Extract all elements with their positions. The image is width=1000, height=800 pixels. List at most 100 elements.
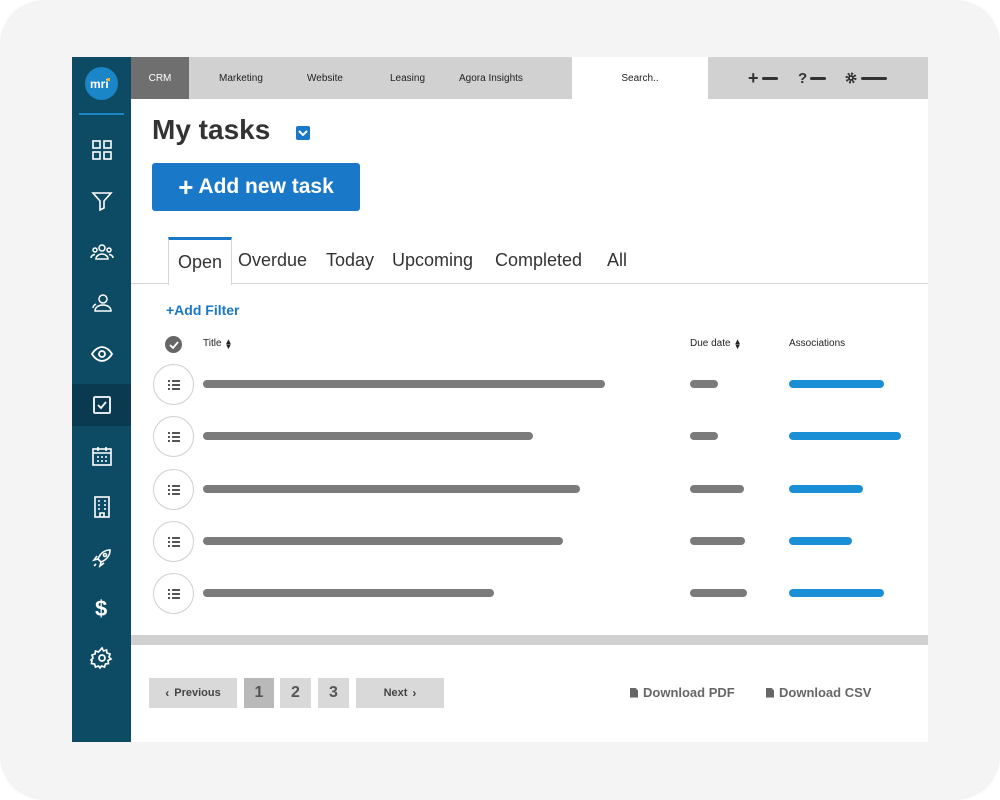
- sidebar-item-dashboard[interactable]: [72, 129, 131, 171]
- page-1-button[interactable]: 1: [244, 678, 274, 708]
- svg-text:mri: mri: [90, 77, 109, 91]
- download-csv-label: Download CSV: [779, 685, 872, 700]
- association-placeholder[interactable]: [789, 432, 901, 440]
- title-placeholder: [203, 537, 563, 545]
- download-csv-link[interactable]: Download CSV: [766, 685, 871, 700]
- app-window: mri $ CRM Marketing Website Leasing Agor…: [72, 57, 928, 742]
- sidebar-item-tasks[interactable]: [72, 384, 131, 426]
- calendar-icon: [91, 447, 112, 466]
- topnav-website[interactable]: Website: [307, 57, 343, 99]
- sidebar-item-groups[interactable]: [72, 231, 131, 273]
- tab-all[interactable]: All: [607, 237, 627, 284]
- sidebar-item-buildings[interactable]: [72, 486, 131, 528]
- add-filter-link[interactable]: +Add Filter: [166, 302, 240, 318]
- plus-icon: +: [748, 68, 759, 88]
- page-3-button[interactable]: 3: [318, 678, 349, 708]
- download-pdf-label: Download PDF: [643, 685, 735, 700]
- title-placeholder: [203, 432, 533, 440]
- due-date-placeholder: [690, 380, 718, 388]
- tab-today[interactable]: Today: [326, 237, 374, 284]
- sidebar-divider: [79, 113, 124, 115]
- due-date-placeholder: [690, 589, 747, 597]
- search-input[interactable]: Search..: [572, 57, 708, 99]
- sidebar-item-billing[interactable]: $: [72, 587, 131, 629]
- topnav-agora-insights[interactable]: Agora Insights: [459, 57, 523, 99]
- filter-icon: [90, 192, 113, 212]
- sidebar-item-launch[interactable]: [72, 537, 131, 579]
- association-placeholder[interactable]: [789, 589, 884, 597]
- task-list-icon[interactable]: [153, 521, 194, 562]
- column-title-label: Title: [203, 338, 222, 349]
- sidebar-item-contacts[interactable]: [72, 282, 131, 324]
- next-page-button[interactable]: Next ›: [356, 678, 444, 708]
- sidebar-item-calendar[interactable]: [72, 435, 131, 477]
- due-date-placeholder: [690, 537, 745, 545]
- title-placeholder: [203, 485, 580, 493]
- check-icon: [168, 340, 179, 349]
- document-icon: [630, 687, 638, 698]
- next-label: Next: [383, 687, 408, 699]
- title-placeholder: [203, 589, 494, 597]
- tab-overdue[interactable]: Overdue: [238, 237, 307, 284]
- add-new-task-label: Add new task: [198, 175, 334, 198]
- due-date-placeholder: [690, 432, 718, 440]
- plus-icon: +: [178, 172, 194, 202]
- eye-icon: [90, 346, 113, 362]
- document-icon: [766, 687, 774, 698]
- previous-page-button[interactable]: ‹ Previous: [149, 678, 237, 708]
- add-menu-button[interactable]: +: [748, 57, 778, 99]
- settings-icon: [845, 72, 857, 84]
- help-icon: ?: [798, 69, 808, 87]
- topnav-marketing[interactable]: Marketing: [219, 57, 263, 99]
- sort-icon: ▲ ▼: [733, 336, 742, 351]
- settings-menu-button[interactable]: [844, 57, 887, 99]
- task-list-icon[interactable]: [153, 469, 194, 510]
- horizontal-scrollbar[interactable]: [131, 635, 928, 645]
- page-title: My tasks: [152, 114, 271, 145]
- title-dropdown-button[interactable]: [296, 126, 310, 140]
- gear-icon: [89, 646, 112, 670]
- task-list-icon[interactable]: [153, 573, 194, 614]
- task-list-icon[interactable]: [153, 416, 194, 457]
- task-list-icon[interactable]: [153, 364, 194, 405]
- rocket-icon: [91, 549, 111, 568]
- column-header-due-date[interactable]: Due date ▲ ▼: [690, 336, 742, 351]
- chevron-down-icon: [298, 130, 308, 136]
- help-menu-placeholder: [810, 76, 827, 80]
- people-icon: [89, 244, 114, 260]
- association-placeholder[interactable]: [789, 537, 852, 545]
- column-due-label: Due date: [690, 338, 731, 349]
- chevron-left-icon: ‹: [165, 686, 170, 700]
- page-2-button[interactable]: 2: [280, 678, 311, 708]
- select-all-checkbox[interactable]: [165, 336, 182, 353]
- download-pdf-link[interactable]: Download PDF: [630, 685, 735, 700]
- help-menu-button[interactable]: ?: [798, 57, 827, 99]
- top-navigation-bar: CRM Marketing Website Leasing Agora Insi…: [131, 57, 928, 99]
- grid-icon: [91, 140, 112, 160]
- settings-menu-placeholder: [861, 76, 887, 80]
- device-frame: mri $ CRM Marketing Website Leasing Agor…: [0, 0, 1000, 800]
- sort-icon: ▲ ▼: [224, 336, 233, 351]
- tab-completed[interactable]: Completed: [495, 237, 582, 284]
- association-placeholder[interactable]: [789, 380, 884, 388]
- tab-upcoming[interactable]: Upcoming: [392, 237, 473, 284]
- sidebar: mri $: [72, 57, 131, 742]
- title-placeholder: [203, 380, 605, 388]
- topnav-crm[interactable]: CRM: [131, 57, 189, 99]
- chevron-right-icon: ›: [412, 686, 417, 700]
- add-new-task-button[interactable]: + Add new task: [152, 163, 360, 211]
- sidebar-item-views[interactable]: [72, 333, 131, 375]
- svg-text:$: $: [95, 596, 107, 620]
- sidebar-item-filter[interactable]: [72, 180, 131, 222]
- logo-mark: mri: [90, 77, 110, 91]
- column-header-title[interactable]: Title ▲ ▼: [203, 336, 233, 351]
- sidebar-item-settings[interactable]: [72, 637, 131, 679]
- tab-open[interactable]: Open: [168, 237, 232, 285]
- previous-label: Previous: [174, 687, 221, 699]
- association-placeholder[interactable]: [789, 485, 863, 493]
- topnav-leasing[interactable]: Leasing: [390, 57, 425, 99]
- checkbox-icon: [92, 396, 111, 414]
- column-header-associations[interactable]: Associations: [789, 338, 845, 349]
- building-icon: [93, 496, 110, 518]
- mri-logo[interactable]: mri: [85, 67, 118, 100]
